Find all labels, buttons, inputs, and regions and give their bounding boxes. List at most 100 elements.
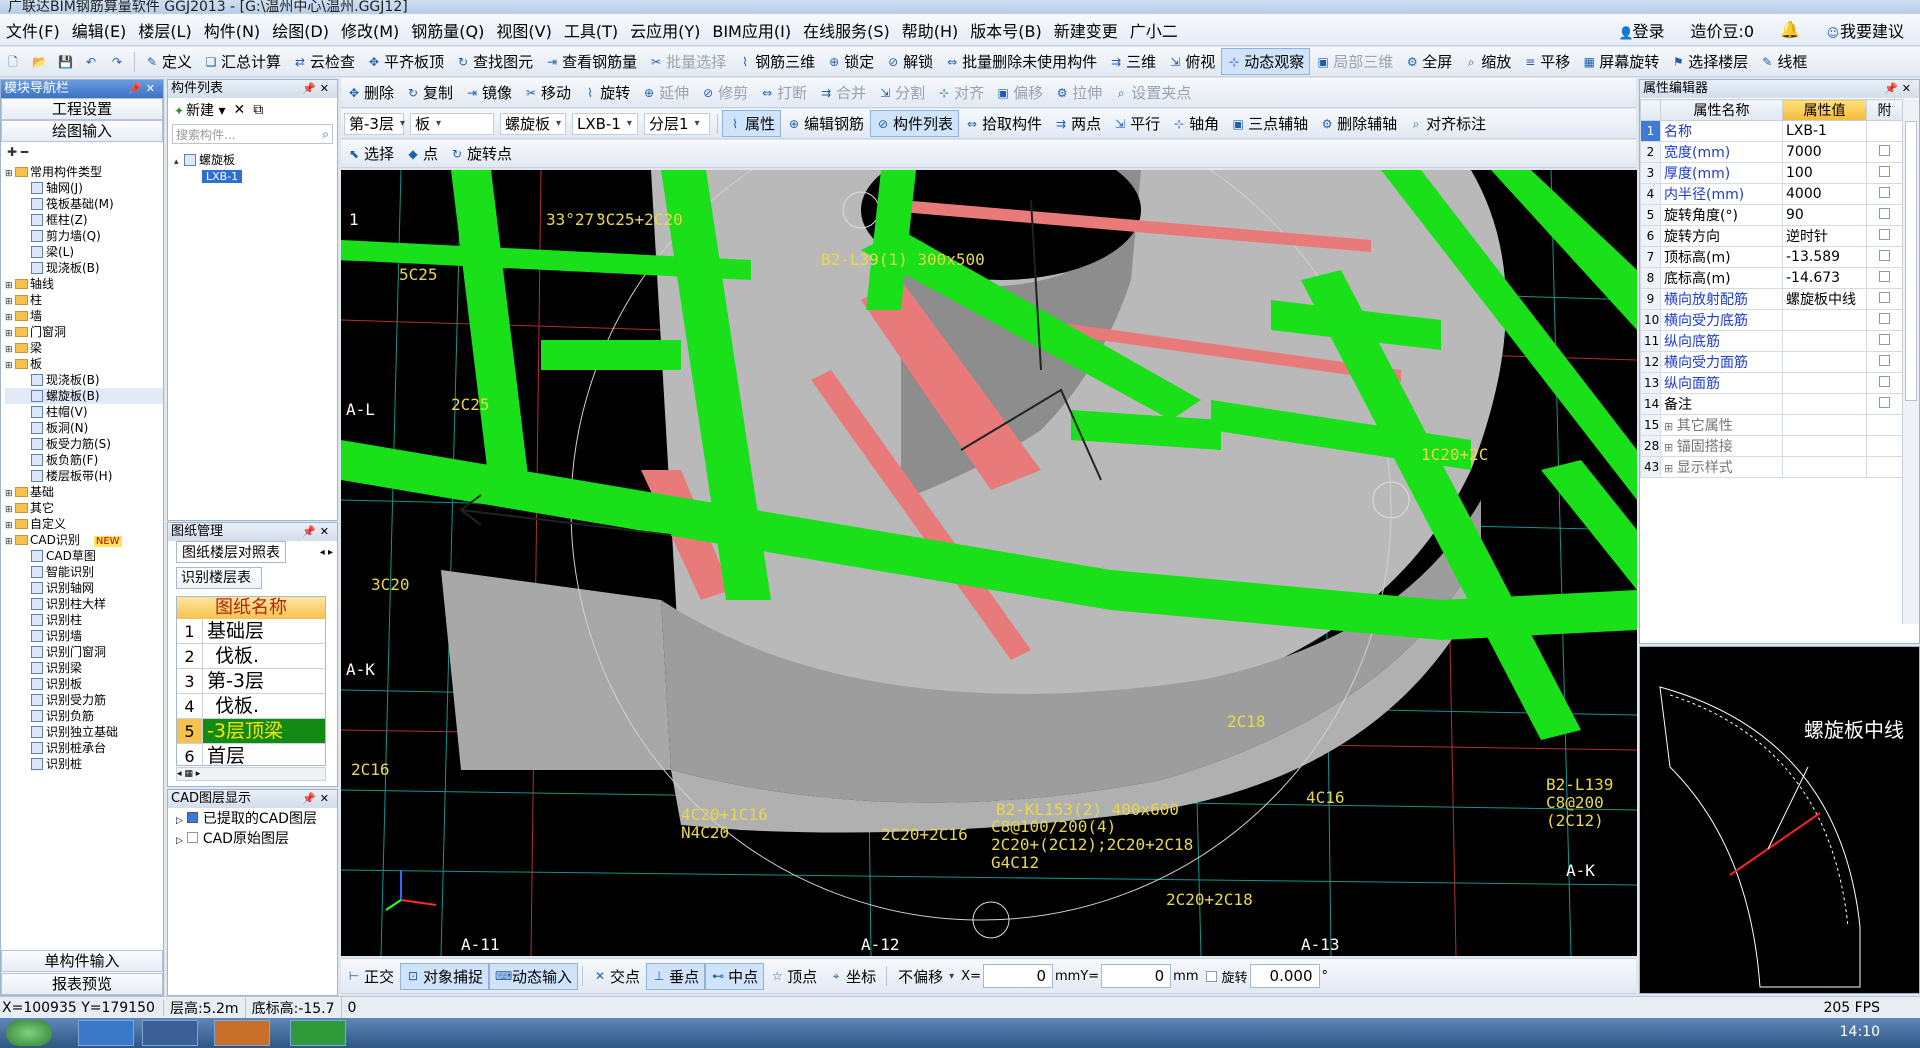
menu-item-2[interactable]: 楼层(L) — [132, 18, 197, 42]
save-button[interactable]: 💾 — [52, 52, 78, 72]
property-value-cell[interactable]: 7000 — [1782, 141, 1867, 163]
property-row[interactable]: 2 宽度(mm) 7000 — [1640, 141, 1902, 163]
property-value-cell[interactable] — [1782, 309, 1867, 331]
property-row[interactable]: 5 旋转角度(°) 90 — [1640, 204, 1902, 226]
edit-button-13[interactable]: ⌕ 设置夹点 — [1108, 79, 1197, 106]
menu-item-15[interactable]: 广小二 — [1124, 18, 1184, 42]
component-tool-button-4[interactable]: ⇉ 两点 — [1048, 110, 1107, 137]
toolbar1-button-13[interactable]: ⊹ 动态观察 — [1221, 48, 1311, 75]
tab-scroll-arrows[interactable]: ◂ ▸ — [320, 547, 337, 558]
component-tool-button-0[interactable]: ⌇ 属性 — [722, 110, 782, 137]
property-value-cell[interactable]: -13.589 — [1782, 246, 1867, 268]
toolbar1-button-3[interactable]: ✥ 平齐板顶 — [361, 48, 450, 75]
nav-tree-item-22[interactable]: ⊞ 自定义 — [5, 516, 163, 532]
nav-tree-item-32[interactable]: 识别板 — [5, 676, 163, 692]
expand-plus-icon[interactable]: ⊞ — [1664, 441, 1677, 454]
redo-button[interactable]: ↷ — [104, 52, 130, 72]
nav-tree-item-28[interactable]: 识别柱 — [5, 612, 163, 628]
property-row[interactable]: 9 横向放射配筋 螺旋板中线 — [1640, 288, 1902, 310]
nav-tree-item-26[interactable]: 识别轴网 — [5, 580, 163, 596]
property-value-cell[interactable]: 4000 — [1782, 183, 1867, 205]
rotation-input[interactable]: 0.000 — [1249, 964, 1320, 988]
nav-tree-item-12[interactable]: ⊞ 板 — [5, 356, 163, 372]
component-select[interactable]: LXB-1 — [572, 112, 638, 135]
attach-checkbox[interactable] — [1879, 292, 1890, 303]
attach-checkbox[interactable] — [1879, 250, 1890, 261]
nav-tree-item-9[interactable]: ⊞ 墙 — [5, 308, 163, 324]
toolbar1-button-8[interactable]: ⊕ 锁定 — [821, 48, 880, 75]
nav-tree-item-21[interactable]: ⊞ 其它 — [5, 500, 163, 516]
expand-icon[interactable]: ▷ — [176, 836, 183, 846]
nav-tree-item-14[interactable]: 螺旋板(B) — [5, 388, 163, 404]
new-file-button[interactable]: 🗋 — [0, 52, 26, 72]
component-root[interactable]: ▴ 螺旋板 — [174, 152, 331, 168]
component-tool-button-7[interactable]: ▣ 三点辅轴 — [1225, 110, 1314, 137]
toolbar1-button-15[interactable]: ⚙ 全屏 — [1399, 48, 1458, 75]
nav-tree-item-31[interactable]: 识别梁 — [5, 660, 163, 676]
property-value-cell[interactable] — [1782, 372, 1867, 394]
property-value-cell[interactable]: 100 — [1782, 162, 1867, 184]
suggest-link[interactable]: ☺我要建议 — [1820, 18, 1910, 42]
new-component-button[interactable]: ✦ 新建 ▾ — [172, 100, 226, 120]
bell-icon[interactable]: 🔔 — [1774, 20, 1806, 39]
component-tool-button-1[interactable]: ⊕ 编辑钢筋 — [781, 110, 870, 137]
x-coord-input[interactable]: 0 — [982, 964, 1053, 988]
edit-button-9[interactable]: ⇲ 分割 — [872, 79, 931, 106]
property-row[interactable]: 8 底标高(m) -14.673 — [1640, 267, 1902, 289]
floor-select[interactable]: 第-3层 — [344, 112, 404, 135]
property-row[interactable]: 12 横向受力面筋 — [1640, 351, 1902, 373]
expand-plus-icon[interactable]: ⊞ — [1664, 420, 1677, 433]
original-layers-checkbox[interactable] — [187, 832, 199, 843]
original-layers-item[interactable]: ▷ CAD原始图层 — [176, 830, 329, 850]
edit-button-6[interactable]: ⊘ 修剪 — [695, 79, 754, 106]
nav-tree-item-27[interactable]: 识别柱大样 — [5, 596, 163, 612]
edit-button-1[interactable]: ↻ 复制 — [400, 79, 459, 106]
edit-button-2[interactable]: ⇥ 镜像 — [459, 79, 518, 106]
nav-tree-item-15[interactable]: 柱帽(V) — [5, 404, 163, 420]
edit-button-5[interactable]: ⊕ 延伸 — [636, 79, 695, 106]
nav-tree-item-36[interactable]: 识别桩承台 — [5, 740, 163, 756]
toolbar1-button-5[interactable]: ⇥ 查看钢筋量 — [539, 48, 643, 75]
edit-button-7[interactable]: ⇔ 打断 — [754, 79, 813, 106]
drawing-row[interactable]: 6 首层 — [177, 744, 325, 765]
tab-drawing-floor-map[interactable]: 图纸楼层对照表 — [176, 541, 286, 563]
menu-item-3[interactable]: 构件(N) — [198, 18, 266, 42]
menu-item-10[interactable]: BIM应用(I) — [706, 18, 797, 42]
component-item-lxb-1[interactable]: LXB-1 — [174, 168, 331, 184]
expand-plus-icon[interactable]: ⊞ — [1664, 462, 1677, 475]
toolbar1-button-10[interactable]: ⇔ 批量删除未使用构件 — [939, 48, 1103, 75]
taskbar-app-2[interactable] — [142, 1020, 198, 1046]
property-row[interactable]: 43 ⊞ 显示样式 — [1640, 456, 1902, 478]
toolbar1-button-19[interactable]: ⚑ 选择楼层 — [1665, 48, 1754, 75]
property-row[interactable]: 1 名称 LXB-1 — [1640, 120, 1902, 142]
property-value-cell[interactable] — [1782, 351, 1867, 373]
property-scroll-thumb[interactable] — [1905, 121, 1917, 401]
open-file-button[interactable]: 📂 — [26, 52, 52, 72]
toolbar1-button-0[interactable]: ✎ 定义 — [139, 48, 198, 75]
property-value-cell[interactable] — [1782, 435, 1867, 457]
edit-button-10[interactable]: ⊹ 对齐 — [931, 79, 990, 106]
attach-checkbox[interactable] — [1879, 229, 1890, 240]
property-value-cell[interactable] — [1782, 330, 1867, 352]
select-tool-button-2[interactable]: ↻ 旋转点 — [444, 140, 518, 167]
taskbar-app-4[interactable] — [290, 1020, 346, 1046]
menu-item-14[interactable]: 新建变更 — [1048, 18, 1124, 42]
nav-tree-item-23[interactable]: ⊞ CAD识别 NEW — [5, 532, 163, 548]
drawing-h-scrollbar[interactable]: ◂ ▦ ▸ — [176, 767, 326, 781]
property-row[interactable]: 28 ⊞ 锚固搭接 — [1640, 435, 1902, 457]
property-row[interactable]: 4 内半径(mm) 4000 — [1640, 183, 1902, 205]
nav-tree-item-30[interactable]: 识别门窗洞 — [5, 644, 163, 660]
nav-tree-item-3[interactable]: 框柱(Z) — [5, 212, 163, 228]
nav-tree-item-6[interactable]: 现浇板(B) — [5, 260, 163, 276]
nav-tree-item-20[interactable]: ⊞ 基础 — [5, 484, 163, 500]
edit-button-0[interactable]: ✥ 删除 — [341, 79, 400, 106]
snap-toggle-6[interactable]: ☆ 顶点 — [764, 963, 823, 990]
snap-toggle-0[interactable]: ⊢ 正交 — [341, 963, 400, 990]
subtype-select[interactable]: 螺旋板 — [500, 112, 566, 135]
nav-tree-item-16[interactable]: 板洞(N) — [5, 420, 163, 436]
nav-tree-item-0[interactable]: ⊞ 常用构件类型 — [5, 164, 163, 180]
property-row[interactable]: 6 旋转方向 逆时针 — [1640, 225, 1902, 247]
layer-select[interactable]: 分层1 — [644, 112, 710, 135]
menu-item-9[interactable]: 云应用(Y) — [624, 18, 706, 42]
component-tool-button-9[interactable]: ⌕ 对齐标注 — [1403, 110, 1492, 137]
